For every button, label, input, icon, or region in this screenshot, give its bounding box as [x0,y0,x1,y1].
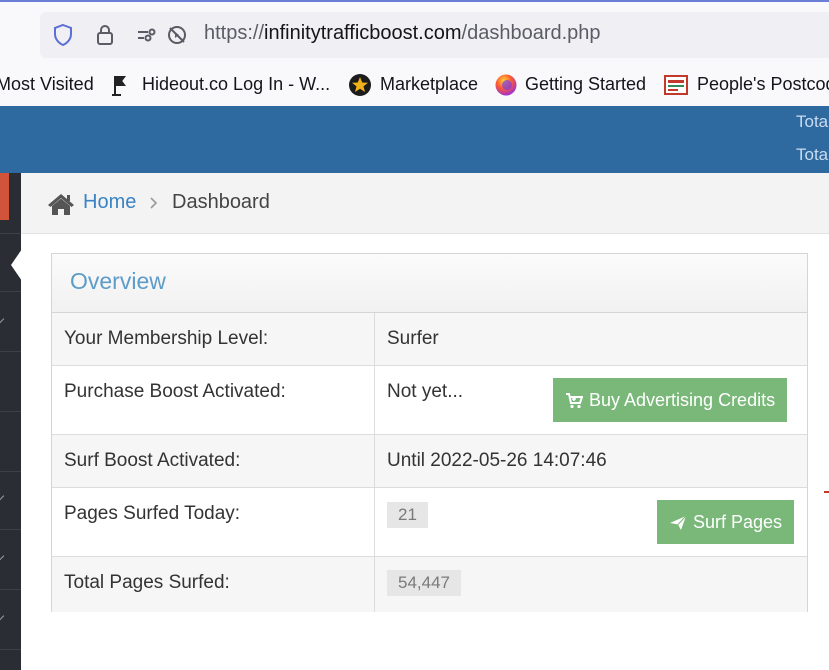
purchase-boost-label: Purchase Boost Activated: [64,381,286,402]
bookmark-hideout[interactable]: Hideout.co Log In - W... [142,74,330,95]
table-row: Pages Surfed Today: 21 Surf Pages [52,488,807,557]
table-row: Surf Boost Activated: Until 2022-05-26 1… [52,435,807,488]
bookmark-marketplace[interactable]: Marketplace [380,74,478,95]
buy-advertising-credits-button[interactable]: Buy Advertising Credits [553,378,788,422]
sidebar-item-chevron-icon[interactable] [0,314,5,324]
header-total-2: Tota [796,145,829,164]
sidebar-divider [0,589,21,590]
shield-icon[interactable] [51,23,75,47]
browser-toolbar: https://infinitytrafficboost.com/dashboa… [0,0,829,106]
sidebar-divider [0,291,21,292]
surf-boost-label: Surf Boost Activated: [64,450,241,471]
sidebar-divider [0,411,21,412]
url-prefix: https:// [204,22,265,44]
surf-boost-value: Until 2022-05-26 14:07:46 [387,450,607,471]
surf-pages-label: Surf Pages [693,512,783,532]
sidebar-divider [0,471,21,472]
sidebar-item-chevron-icon[interactable] [0,551,5,561]
star-badge-icon [349,74,371,96]
sidebar-active-marker [0,173,9,220]
breadcrumb-separator [149,194,159,215]
overview-title: Overview [70,268,166,294]
bookmarks-bar: Most Visited Hideout.co Log In - W... Ma… [0,68,829,104]
membership-level-value: Surfer [387,328,439,349]
membership-level-label: Your Membership Level: [64,328,269,349]
sidebar-item-chevron-icon[interactable] [0,491,5,501]
sidebar-divider [0,529,21,530]
bookmark-getting-started[interactable]: Getting Started [525,74,646,95]
lock-icon[interactable] [93,23,117,47]
send-icon [670,515,687,530]
sidebar-active-notch [11,249,22,281]
table-row: Purchase Boost Activated: Not yet... Buy… [52,366,807,435]
header-total-1: Tota [796,112,829,131]
address-bar[interactable]: https://infinitytrafficboost.com/dashboa… [40,12,829,58]
breadcrumb-current: Dashboard [172,191,270,213]
firefox-icon [495,74,517,96]
permissions-icon[interactable] [135,23,159,47]
pages-surfed-today-label: Pages Surfed Today: [64,503,241,524]
bookmark-most-visited[interactable]: Most Visited [0,74,94,95]
sidebar [0,173,22,670]
breadcrumb: Home Dashboard [21,173,829,234]
purchase-boost-value: Not yet... [387,381,464,402]
home-icon[interactable] [47,192,75,216]
decorative-mark [824,491,829,493]
surf-pages-button[interactable]: Surf Pages [657,500,795,544]
chevron-right-icon [150,197,158,209]
sidebar-item-chevron-icon[interactable] [0,611,5,621]
site-header: Tota Tota [0,106,829,173]
sidebar-divider [0,351,21,352]
buy-advertising-credits-label: Buy Advertising Credits [589,390,776,410]
sidebar-divider [0,649,21,650]
url-text[interactable]: https://infinitytrafficboost.com/dashboa… [204,22,601,45]
overview-panel-header: Overview [52,254,807,313]
table-row: Total Pages Surfed: 54,447 [52,557,807,612]
total-pages-surfed-badge: 54,447 [387,570,461,596]
bookmark-peoples-postcode[interactable]: People's Postcod [697,74,829,95]
pages-surfed-today-badge: 21 [387,502,428,528]
overview-panel: Overview Your Membership Level: Surfer P… [51,253,808,612]
url-path: /dashboard.php [461,22,601,44]
cart-icon [566,393,584,409]
total-pages-surfed-label: Total Pages Surfed: [64,572,230,593]
postcode-icon [664,75,688,95]
tracking-blocked-icon[interactable] [165,23,189,47]
sidebar-divider [0,233,21,234]
breadcrumb-home-link[interactable]: Home [83,191,136,214]
url-domain: infinitytrafficboost.com [264,22,462,44]
table-row: Your Membership Level: Surfer [52,313,807,366]
hideout-icon [112,76,126,96]
